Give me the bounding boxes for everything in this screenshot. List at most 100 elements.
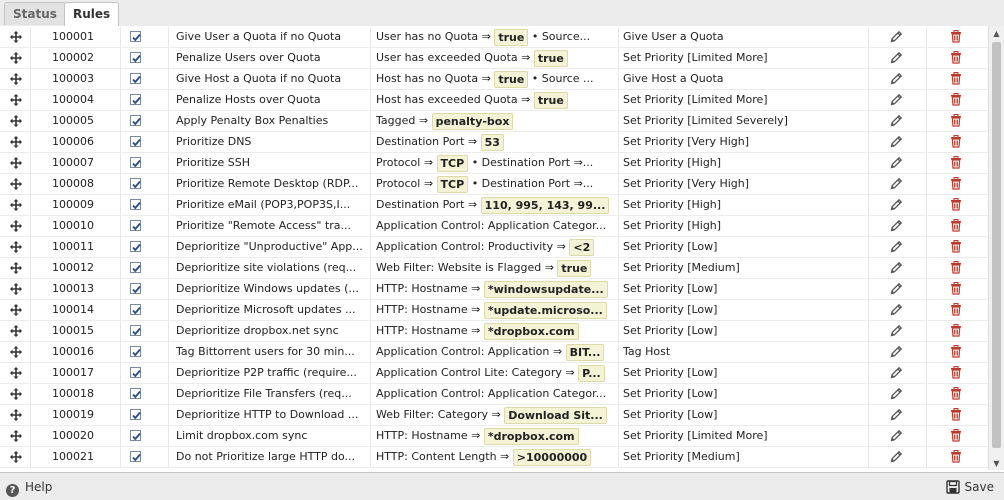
pencil-icon[interactable] [890, 48, 904, 68]
table-row[interactable]: 100018 Deprioritize File Transfers (req..… [0, 384, 988, 405]
trash-icon[interactable] [950, 405, 964, 425]
pencil-icon[interactable] [890, 342, 904, 362]
pencil-icon[interactable] [890, 27, 904, 47]
trash-icon[interactable] [950, 384, 964, 404]
enabled-checkbox[interactable] [130, 451, 141, 462]
enabled-checkbox[interactable] [130, 31, 141, 42]
enabled-checkbox[interactable] [130, 94, 141, 105]
trash-icon[interactable] [950, 342, 964, 362]
table-row[interactable]: 100006 Prioritize DNS Destination Port ⇒ 5… [0, 132, 988, 153]
pencil-icon[interactable] [890, 405, 904, 425]
scroll-up-arrow-icon[interactable]: ▲ [992, 30, 1001, 38]
trash-icon[interactable] [950, 195, 964, 215]
trash-icon[interactable] [950, 174, 964, 194]
move-icon[interactable] [9, 195, 23, 215]
pencil-icon[interactable] [890, 258, 904, 278]
table-row[interactable]: 100003 Give Host a Quota if no Quota Host … [0, 69, 988, 90]
table-row[interactable]: 100020 Limit dropbox.com sync HTTP: Hostna… [0, 426, 988, 447]
enabled-checkbox[interactable] [130, 52, 141, 63]
move-icon[interactable] [9, 111, 23, 131]
table-row[interactable]: 100010 Prioritize "Remote Access" tra... A… [0, 216, 988, 237]
move-icon[interactable] [9, 132, 23, 152]
table-row[interactable]: 100013 Deprioritize Windows updates (... H… [0, 279, 988, 300]
table-row[interactable]: 100004 Penalize Hosts over Quota Host has … [0, 90, 988, 111]
move-icon[interactable] [9, 27, 23, 47]
move-icon[interactable] [9, 237, 23, 257]
trash-icon[interactable] [950, 279, 964, 299]
table-row[interactable]: 100011 Deprioritize "Unproductive" App...… [0, 237, 988, 258]
pencil-icon[interactable] [890, 363, 904, 383]
enabled-checkbox[interactable] [130, 346, 141, 357]
pencil-icon[interactable] [890, 384, 904, 404]
trash-icon[interactable] [950, 258, 964, 278]
enabled-checkbox[interactable] [130, 136, 141, 147]
trash-icon[interactable] [950, 132, 964, 152]
trash-icon[interactable] [950, 321, 964, 341]
move-icon[interactable] [9, 90, 23, 110]
enabled-checkbox[interactable] [130, 367, 141, 378]
move-icon[interactable] [9, 258, 23, 278]
save-button[interactable]: Save [945, 478, 994, 496]
table-row[interactable]: 100021 Do not Prioritize large HTTP do...… [0, 447, 988, 468]
pencil-icon[interactable] [890, 426, 904, 446]
enabled-checkbox[interactable] [130, 262, 141, 273]
move-icon[interactable] [9, 279, 23, 299]
trash-icon[interactable] [950, 300, 964, 320]
enabled-checkbox[interactable] [130, 430, 141, 441]
table-row[interactable]: 100017 Deprioritize P2P traffic (require.… [0, 363, 988, 384]
table-row[interactable]: 100007 Prioritize SSH Protocol ⇒ TCP • Des… [0, 153, 988, 174]
pencil-icon[interactable] [890, 237, 904, 257]
enabled-checkbox[interactable] [130, 115, 141, 126]
pencil-icon[interactable] [890, 111, 904, 131]
move-icon[interactable] [9, 174, 23, 194]
tab-status[interactable]: Status [4, 2, 66, 25]
pencil-icon[interactable] [890, 174, 904, 194]
table-row[interactable]: 100001 Give User a Quota if no Quota User … [0, 27, 988, 48]
scroll-down-arrow-icon[interactable]: ▼ [992, 460, 1001, 468]
trash-icon[interactable] [950, 447, 964, 467]
trash-icon[interactable] [950, 237, 964, 257]
trash-icon[interactable] [950, 48, 964, 68]
trash-icon[interactable] [950, 363, 964, 383]
enabled-checkbox[interactable] [130, 73, 141, 84]
move-icon[interactable] [9, 216, 23, 236]
move-icon[interactable] [9, 384, 23, 404]
trash-icon[interactable] [950, 216, 964, 236]
trash-icon[interactable] [950, 27, 964, 47]
vertical-scrollbar[interactable]: ▲ ▼ [988, 26, 1004, 470]
enabled-checkbox[interactable] [130, 157, 141, 168]
enabled-checkbox[interactable] [130, 199, 141, 210]
trash-icon[interactable] [950, 69, 964, 89]
table-row[interactable]: 100009 Prioritize eMail (POP3,POP3S,I... D… [0, 195, 988, 216]
move-icon[interactable] [9, 300, 23, 320]
trash-icon[interactable] [950, 111, 964, 131]
move-icon[interactable] [9, 153, 23, 173]
trash-icon[interactable] [950, 90, 964, 110]
table-row[interactable]: 100012 Deprioritize site violations (req.… [0, 258, 988, 279]
move-icon[interactable] [9, 342, 23, 362]
table-row[interactable]: 100014 Deprioritize Microsoft updates ...… [0, 300, 988, 321]
enabled-checkbox[interactable] [130, 409, 141, 420]
move-icon[interactable] [9, 69, 23, 89]
table-row[interactable]: 100002 Penalize Users over Quota User has … [0, 48, 988, 69]
enabled-checkbox[interactable] [130, 304, 141, 315]
enabled-checkbox[interactable] [130, 325, 141, 336]
move-icon[interactable] [9, 321, 23, 341]
move-icon[interactable] [9, 405, 23, 425]
move-icon[interactable] [9, 426, 23, 446]
pencil-icon[interactable] [890, 90, 904, 110]
pencil-icon[interactable] [890, 132, 904, 152]
tab-rules[interactable]: Rules [64, 2, 120, 27]
trash-icon[interactable] [950, 426, 964, 446]
enabled-checkbox[interactable] [130, 388, 141, 399]
help-button[interactable]: ? Help [6, 478, 52, 497]
pencil-icon[interactable] [890, 321, 904, 341]
move-icon[interactable] [9, 48, 23, 68]
pencil-icon[interactable] [890, 69, 904, 89]
pencil-icon[interactable] [890, 216, 904, 236]
scroll-thumb[interactable] [992, 42, 1001, 448]
pencil-icon[interactable] [890, 300, 904, 320]
table-row[interactable]: 100016 Tag Bittorrent users for 30 min...… [0, 342, 988, 363]
pencil-icon[interactable] [890, 195, 904, 215]
enabled-checkbox[interactable] [130, 241, 141, 252]
